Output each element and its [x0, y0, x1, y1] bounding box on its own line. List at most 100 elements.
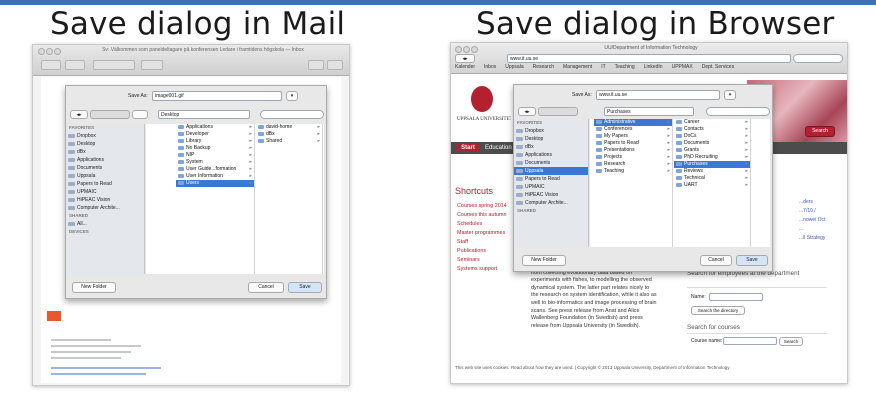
mail-sidebar-item[interactable]: Computer Archite... [66, 204, 144, 212]
browser-back-forward-button[interactable]: ◂▸ [455, 54, 475, 63]
shortcut-link[interactable]: Systems support [457, 265, 519, 274]
shortcut-link[interactable]: Seminars [457, 256, 519, 265]
minimize-icon[interactable] [46, 48, 53, 55]
browser-column2-item[interactable]: Purchases ▸ [674, 161, 750, 168]
mail-sidebar-item[interactable]: Papers to Read [66, 180, 144, 188]
browser-sidebar-item[interactable]: dBx [514, 143, 588, 151]
bookmark-item[interactable]: Teaching [615, 64, 635, 70]
browser-column2-item[interactable]: Reviews ▸ [674, 168, 750, 175]
course-search-button[interactable]: Search [779, 337, 803, 346]
mail-column2-item[interactable]: dBx ▸ [256, 131, 322, 138]
browser-column2-item[interactable]: Career ▸ [674, 119, 750, 126]
shortcut-link[interactable]: Master programmes [457, 229, 519, 238]
browser-sidebar-item[interactable]: Documents [514, 159, 588, 167]
mail-sidebar-item[interactable]: Uppsala [66, 172, 144, 180]
bookmark-item[interactable]: Uppsala [505, 64, 523, 70]
mail-location-popup[interactable]: Desktop [158, 110, 250, 119]
nav-tab-start[interactable]: Start [457, 144, 479, 152]
browser-column2-item[interactable]: DoCs ▸ [674, 133, 750, 140]
zoom-icon[interactable] [471, 46, 478, 53]
news-link[interactable]: ...7/10 / [799, 207, 845, 216]
bookmark-item[interactable]: Management [563, 64, 592, 70]
bookmark-item[interactable]: Dept. Services [702, 64, 735, 70]
mail-column1-item[interactable]: User Guide...formation ▸ [176, 166, 254, 173]
bookmark-item[interactable]: Inbox [484, 64, 496, 70]
mail-save-button[interactable]: Save [288, 282, 322, 293]
mail-column1-item[interactable]: Library ▸ [176, 138, 254, 145]
shortcut-link[interactable]: Courses spring 2014 [457, 202, 519, 211]
mail-junk-button[interactable] [65, 60, 85, 70]
zoom-icon[interactable] [54, 48, 61, 55]
browser-sidebar-item[interactable]: UPMAIC [514, 183, 588, 191]
employee-name-input[interactable] [709, 293, 763, 301]
mail-column1-item[interactable]: Applications ▸ [176, 124, 254, 131]
mail-sidebar-item[interactable]: Dropbox [66, 132, 144, 140]
browser-cancel-button[interactable]: Cancel [700, 255, 732, 266]
browser-column2-item[interactable]: Contacts ▸ [674, 126, 750, 133]
mail-cancel-button[interactable]: Cancel [248, 282, 284, 293]
bookmark-item[interactable]: Research [533, 64, 554, 70]
browser-column1-item[interactable]: Projects ▸ [594, 154, 672, 161]
mail-column2-item[interactable]: david-home ▸ [256, 124, 322, 131]
bookmark-item[interactable]: Kalender [455, 64, 475, 70]
course-name-input[interactable] [723, 337, 777, 345]
search-directory-button[interactable]: Search the directory [691, 306, 745, 315]
mail-print-button[interactable] [308, 60, 324, 70]
browser-dialog-back-forward[interactable]: ◂▸ [518, 107, 536, 116]
mail-delete-button[interactable] [41, 60, 61, 70]
shortcut-link[interactable]: Staff [457, 238, 519, 247]
mail-sidebar-item[interactable]: Desktop [66, 140, 144, 148]
site-search-button[interactable]: Search [805, 126, 835, 137]
mail-column1-item[interactable]: NIP ▸ [176, 152, 254, 159]
news-link[interactable]: ...ders [799, 198, 845, 207]
browser-sidebar-item[interactable]: Papers to Read [514, 175, 588, 183]
browser-sidebar-item[interactable]: Dropbox [514, 127, 588, 135]
shortcut-link[interactable]: Publications [457, 247, 519, 256]
browser-url-field[interactable]: www.it.uu.se [507, 54, 791, 63]
browser-column1-item[interactable]: Administrative ▸ [594, 119, 672, 126]
bookmark-item[interactable]: UPPMAX [672, 64, 693, 70]
bookmark-item[interactable]: LinkedIn [644, 64, 663, 70]
browser-sidebar-item[interactable]: Applications [514, 151, 588, 159]
browser-column1-item[interactable]: Papers to Read ▸ [594, 140, 672, 147]
mail-save-as-input[interactable]: image001.gif [152, 91, 282, 101]
mail-back-forward-button[interactable]: ◂▸ [70, 110, 88, 119]
mail-flag-button[interactable] [327, 60, 343, 70]
mail-column1-item[interactable]: Users ▸ [176, 180, 254, 187]
browser-column2-item[interactable]: UART ▸ [674, 182, 750, 189]
close-icon[interactable] [38, 48, 45, 55]
browser-sidebar-item[interactable]: Desktop [514, 135, 588, 143]
browser-column2-item[interactable]: Documents ▸ [674, 140, 750, 147]
mail-new-folder-button[interactable]: New Folder [72, 282, 116, 293]
browser-sidebar-item[interactable]: Uppsala [514, 167, 588, 175]
browser-view-switcher[interactable] [538, 107, 578, 116]
mail-column1-item[interactable]: User Information ▸ [176, 173, 254, 180]
mail-reply-button[interactable] [93, 60, 135, 70]
browser-column2-item[interactable]: Grants ▸ [674, 147, 750, 154]
news-link[interactable]: ...nowei Oct [799, 216, 845, 225]
mail-arrange-button[interactable] [132, 110, 148, 119]
mail-shared-item[interactable]: All... [66, 220, 144, 228]
news-link[interactable]: ...ll Strategy [799, 234, 845, 243]
mail-sidebar-item[interactable]: dBx [66, 148, 144, 156]
mail-expand-button[interactable]: ▾ [286, 91, 298, 101]
browser-column2-item[interactable]: PhD Recruiting ▸ [674, 154, 750, 161]
bookmark-item[interactable]: IT [601, 64, 605, 70]
browser-save-as-input[interactable]: www.it.uu.se [596, 90, 720, 100]
mail-sidebar-item[interactable]: Applications [66, 156, 144, 164]
browser-column1-item[interactable]: Conferences ▸ [594, 126, 672, 133]
shortcut-link[interactable]: Courses this autumn [457, 211, 519, 220]
browser-column1-item[interactable]: Research ▸ [594, 161, 672, 168]
close-icon[interactable] [455, 46, 462, 53]
mail-column1-item[interactable]: System ▸ [176, 159, 254, 166]
mail-column1-item[interactable]: No Backup ▸ [176, 145, 254, 152]
browser-expand-button[interactable]: ▾ [724, 90, 736, 100]
browser-column1-item[interactable]: My Papers ▸ [594, 133, 672, 140]
mail-search-field[interactable] [260, 110, 324, 119]
browser-column1-item[interactable]: Presentations ▸ [594, 147, 672, 154]
news-link[interactable]: ... [799, 225, 845, 234]
mail-sidebar-item[interactable]: Documents [66, 164, 144, 172]
browser-dialog-search[interactable] [706, 107, 770, 116]
browser-search-field[interactable] [793, 54, 843, 63]
mail-column2-item[interactable]: Shared ▸ [256, 138, 322, 145]
